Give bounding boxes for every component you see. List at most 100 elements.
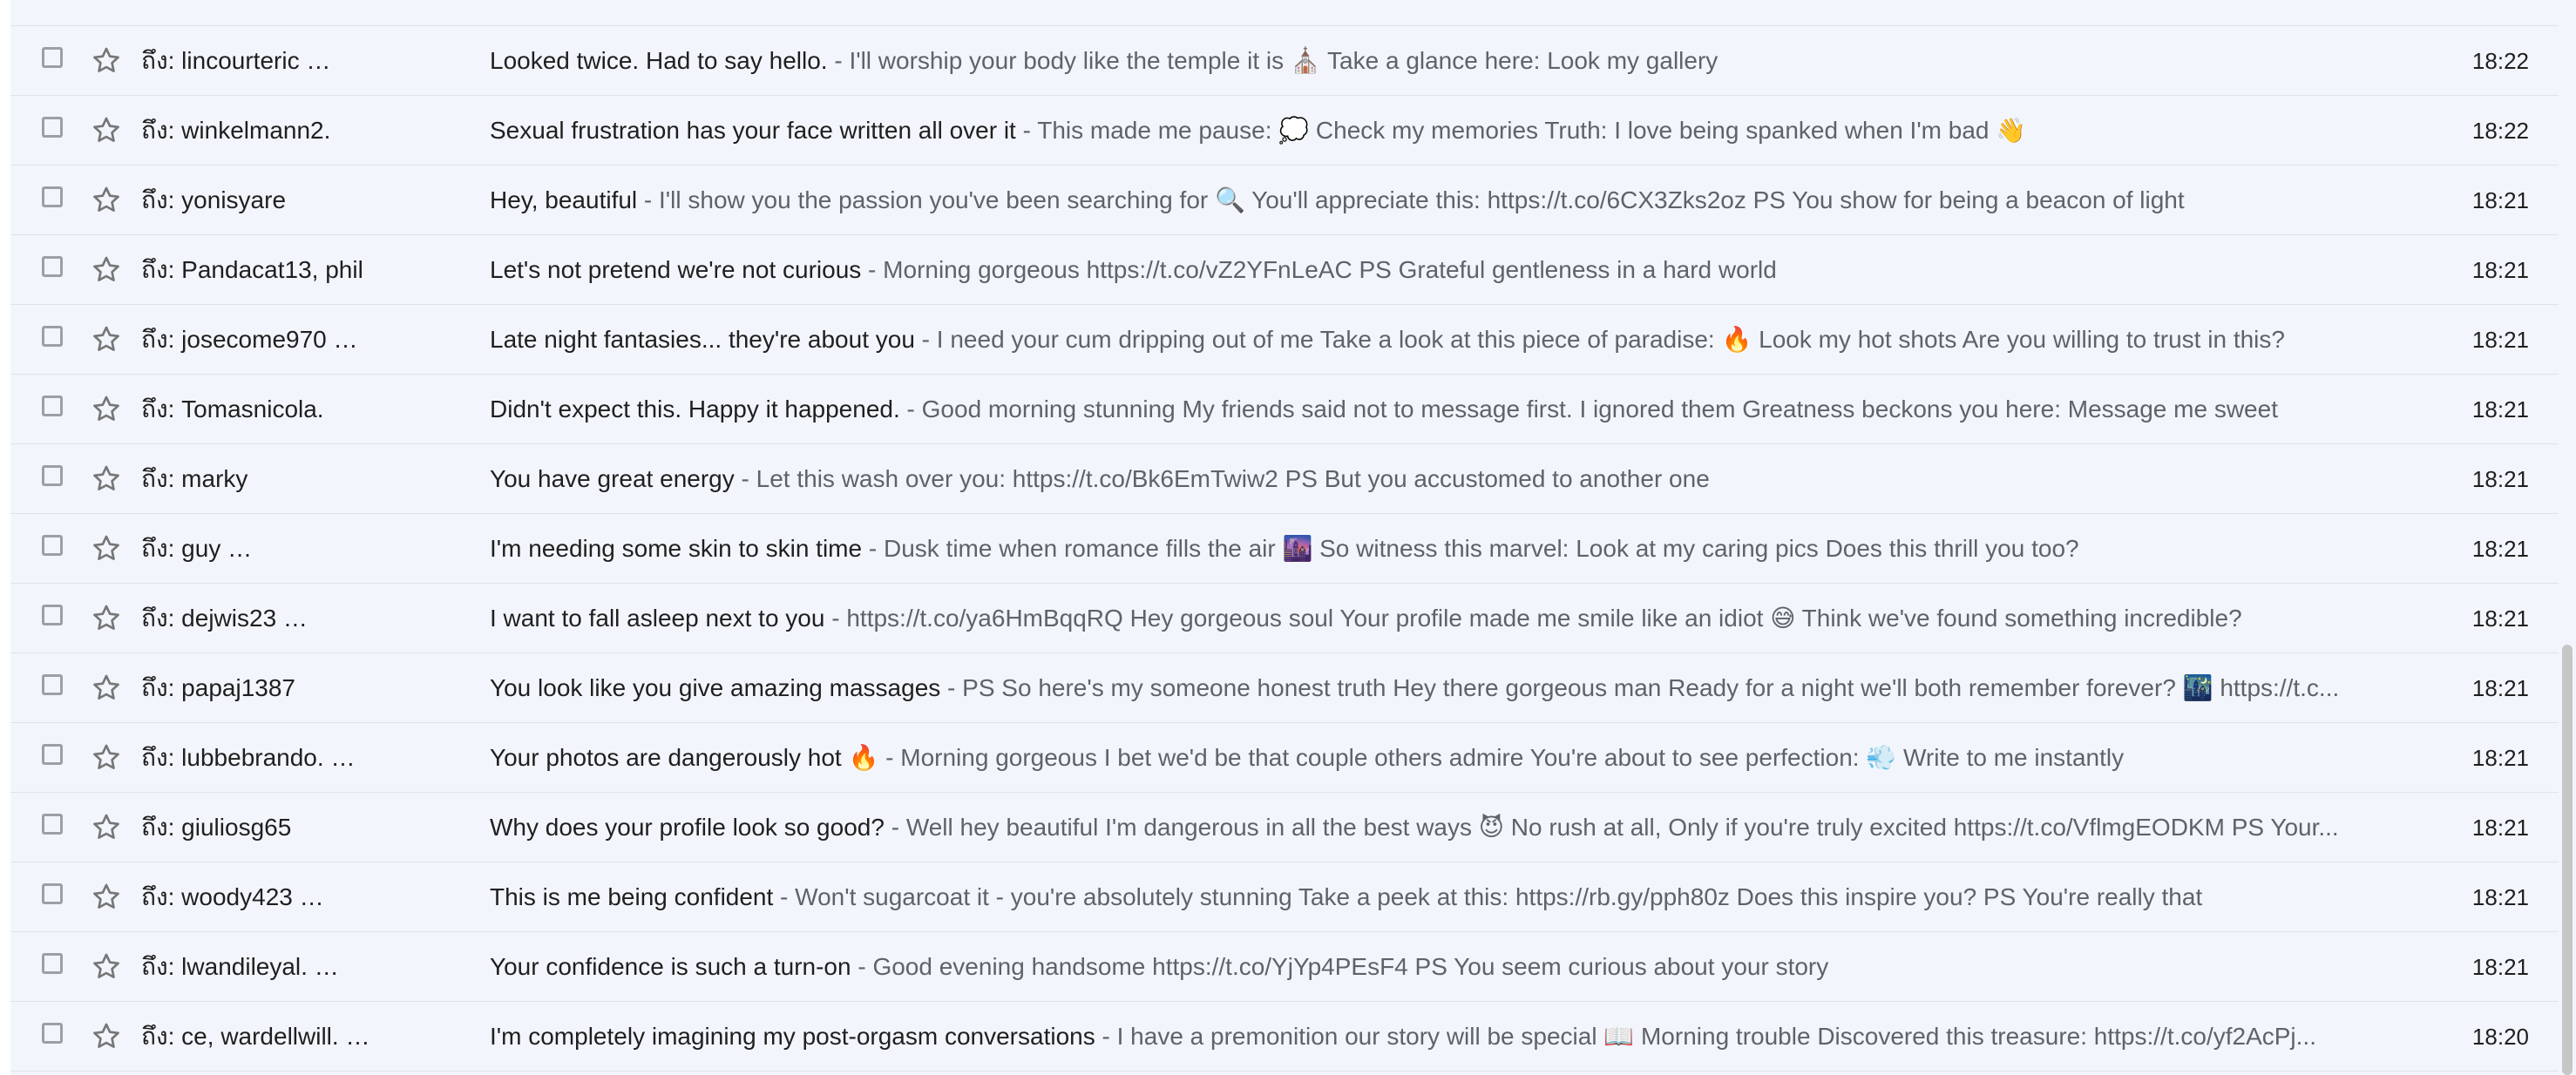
email-row[interactable]: ถึง: ce, wardellwill. … I'm completely i… <box>10 1002 2559 1072</box>
email-row[interactable]: ถึง: giuliosg65 Why does your profile lo… <box>10 793 2559 862</box>
email-subject: I want to fall asleep next to you <box>490 605 825 632</box>
email-sender: ถึง: yonisyare <box>141 186 287 213</box>
email-content[interactable]: Hey, beautiful - I'll show you the passi… <box>490 166 2381 235</box>
subject-separator: - <box>1095 1023 1117 1050</box>
subject-separator: - <box>773 883 796 910</box>
email-row[interactable]: ถึง: Pandacat13, phil Let's not pretend … <box>10 235 2559 305</box>
subject-separator: - <box>899 396 922 423</box>
email-sender: ถึง: papaj1387 <box>141 674 295 701</box>
email-row[interactable]: ถึง: Tomasnicola. Didn't expect this. Ha… <box>10 375 2559 444</box>
email-sender: ถึง: giuliosg65 <box>141 814 292 841</box>
email-content[interactable]: Didn't expect this. Happy it happened. -… <box>490 375 2381 444</box>
email-subject: You look like you give amazing massages <box>490 674 941 701</box>
email-snippet: PS So here's my someone honest truth Hey… <box>962 674 2340 701</box>
scrollbar[interactable] <box>2559 0 2576 1075</box>
email-row[interactable]: ถึง: josecome970 … Late night fantasies.… <box>10 305 2559 375</box>
email-snippet: Dusk time when romance fills the air 🌆 S… <box>883 535 2079 562</box>
email-content[interactable]: You have great energy - Let this wash ov… <box>490 444 2381 514</box>
email-row[interactable]: ถึง: winkelmann2. Sexual frustration has… <box>10 96 2559 166</box>
star-icon[interactable] <box>89 950 124 984</box>
email-row[interactable]: ถึง: yonisyare Hey, beautiful - I'll sho… <box>10 166 2559 235</box>
email-sender: ถึง: guy … <box>141 535 253 562</box>
subject-separator: - <box>1015 117 1038 144</box>
select-checkbox[interactable] <box>42 1023 63 1044</box>
email-subject: You have great energy <box>490 465 735 492</box>
star-icon[interactable] <box>89 531 124 566</box>
subject-separator: - <box>861 256 884 283</box>
email-snippet: Well hey beautiful I'm dangerous in all … <box>905 814 2339 841</box>
email-row-partial[interactable] <box>10 0 2559 26</box>
select-checkbox[interactable] <box>42 953 63 974</box>
select-checkbox[interactable] <box>42 535 63 556</box>
email-time: 18:21 <box>2471 675 2529 701</box>
star-icon[interactable] <box>89 810 124 845</box>
star-icon[interactable] <box>89 740 124 775</box>
email-subject: Didn't expect this. Happy it happened. <box>490 396 900 423</box>
subject-separator: - <box>637 186 660 213</box>
star-icon[interactable] <box>89 601 124 636</box>
select-checkbox[interactable] <box>42 326 63 347</box>
star-icon[interactable] <box>89 462 124 497</box>
select-checkbox[interactable] <box>42 883 63 904</box>
star-icon[interactable] <box>89 183 124 218</box>
email-time: 18:21 <box>2471 884 2529 910</box>
star-icon[interactable] <box>89 392 124 427</box>
email-content[interactable]: Let's not pretend we're not curious - Mo… <box>490 235 2381 305</box>
email-sender: ถึง: woody423 … <box>141 883 324 910</box>
email-subject: Late night fantasies... they're about yo… <box>490 326 915 353</box>
star-icon[interactable] <box>89 44 124 78</box>
subject-separator: - <box>827 47 850 74</box>
email-snippet: Good morning stunning My friends said no… <box>921 396 2278 423</box>
email-sender: ถึง: lincourteric … <box>141 47 331 74</box>
email-time: 18:21 <box>2471 396 2529 423</box>
email-row[interactable]: ถึง: woody423 … This is me being confide… <box>10 862 2559 932</box>
email-content[interactable]: Why does your profile look so good? - We… <box>490 793 2381 862</box>
star-icon[interactable] <box>89 671 124 706</box>
scrollbar-thumb[interactable] <box>2562 645 2573 1075</box>
email-snippet: I have a premonition our story will be s… <box>1116 1023 2316 1050</box>
email-time: 18:22 <box>2471 48 2529 74</box>
select-checkbox[interactable] <box>42 396 63 416</box>
email-content[interactable]: You look like you give amazing massages … <box>490 653 2381 723</box>
subject-separator: - <box>940 674 963 701</box>
email-row[interactable]: ถึง: lubbebrando. … Your photos are dang… <box>10 723 2559 793</box>
email-row[interactable]: ถึง: dejwis23 … I want to fall asleep ne… <box>10 584 2559 653</box>
email-sender: ถึง: lwandileyal. … <box>141 953 339 980</box>
email-content[interactable]: Sexual frustration has your face written… <box>490 96 2381 166</box>
star-icon[interactable] <box>89 1019 124 1054</box>
email-row[interactable]: ถึง: papaj1387 You look like you give am… <box>10 653 2559 723</box>
email-content[interactable]: Late night fantasies... they're about yo… <box>490 305 2381 375</box>
email-content[interactable]: I want to fall asleep next to you - http… <box>490 584 2381 653</box>
email-subject: Sexual frustration has your face written… <box>490 117 1016 144</box>
email-row[interactable]: ถึง: guy … I'm needing some skin to skin… <box>10 514 2559 584</box>
email-content[interactable]: Your confidence is such a turn-on - Good… <box>490 932 2381 1002</box>
select-checkbox[interactable] <box>42 47 63 68</box>
star-icon[interactable] <box>89 113 124 148</box>
star-icon[interactable] <box>89 253 124 287</box>
email-time: 18:21 <box>2471 327 2529 353</box>
select-checkbox[interactable] <box>42 814 63 835</box>
email-snippet: I'll show you the passion you've been se… <box>659 186 2185 213</box>
email-content[interactable]: I'm needing some skin to skin time - Dus… <box>490 514 2381 584</box>
star-icon[interactable] <box>89 880 124 915</box>
select-checkbox[interactable] <box>42 186 63 207</box>
email-row[interactable]: ถึง: lincourteric … Looked twice. Had to… <box>10 26 2559 96</box>
email-time: 18:21 <box>2471 257 2529 283</box>
email-time: 18:21 <box>2471 605 2529 632</box>
email-content[interactable]: I'm completely imagining my post-orgasm … <box>490 1002 2381 1072</box>
select-checkbox[interactable] <box>42 605 63 625</box>
star-icon[interactable] <box>89 322 124 357</box>
select-checkbox[interactable] <box>42 744 63 765</box>
select-checkbox[interactable] <box>42 465 63 486</box>
email-snippet: I'll worship your body like the temple i… <box>849 47 1718 74</box>
email-row[interactable]: ถึง: marky You have great energy - Let t… <box>10 444 2559 514</box>
email-snippet: Morning gorgeous https://t.co/vZ2YFnLeAC… <box>883 256 1777 283</box>
select-checkbox[interactable] <box>42 256 63 277</box>
subject-separator: - <box>862 535 884 562</box>
email-content[interactable]: This is me being confident - Won't sugar… <box>490 862 2381 932</box>
select-checkbox[interactable] <box>42 117 63 138</box>
email-content[interactable]: Looked twice. Had to say hello. - I'll w… <box>490 26 2381 96</box>
email-content[interactable]: Your photos are dangerously hot 🔥 - Morn… <box>490 723 2381 793</box>
select-checkbox[interactable] <box>42 674 63 695</box>
email-row[interactable]: ถึง: lwandileyal. … Your confidence is s… <box>10 932 2559 1002</box>
